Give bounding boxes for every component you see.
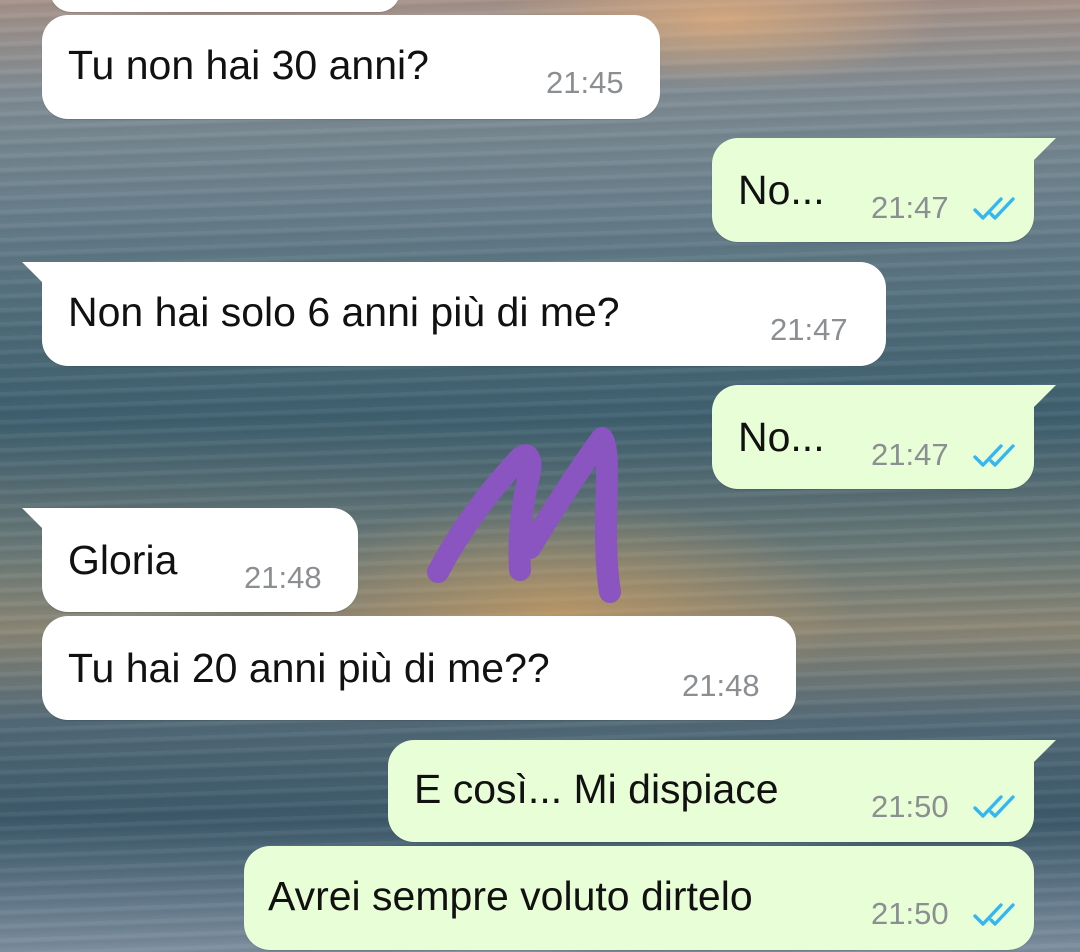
double-check-icon: [973, 444, 1015, 467]
message-timestamp: 21:48: [682, 668, 760, 703]
double-check-icon: [973, 795, 1015, 818]
message-text: Gloria: [68, 537, 178, 583]
message-text: Avrei sempre voluto dirtelo: [268, 873, 753, 919]
message-timestamp: 21:50: [871, 789, 949, 824]
message-bubble-outgoing[interactable]: Avrei sempre voluto dirtelo 21:50: [244, 846, 1034, 950]
message-bubble-incoming[interactable]: Gloria 21:48: [22, 508, 358, 612]
message-text: No...: [738, 167, 825, 213]
message-bubble-outgoing[interactable]: E così... Mi dispiace 21:50: [388, 740, 1056, 842]
message-bubble-incoming[interactable]: Non hai solo 6 anni più di me? 21:47: [22, 262, 886, 366]
message-timestamp: 21:50: [871, 896, 949, 931]
message-bubble-outgoing[interactable]: No... 21:47: [712, 385, 1056, 489]
double-check-icon: [973, 903, 1015, 926]
message-text: Tu non hai 30 anni?: [68, 42, 429, 88]
previous-message-bubble-partial[interactable]: [50, 0, 400, 12]
message-bubble-incoming[interactable]: Tu non hai 30 anni? 21:45: [42, 15, 660, 119]
message-text: Tu hai 20 anni più di me??: [68, 645, 550, 691]
message-bubble-incoming[interactable]: Tu hai 20 anni più di me?? 21:48: [42, 616, 796, 720]
message-bubble-outgoing[interactable]: No... 21:47: [712, 138, 1056, 242]
message-timestamp: 21:47: [871, 437, 949, 472]
message-timestamp: 21:47: [770, 312, 848, 347]
message-text: E così... Mi dispiace: [414, 766, 779, 812]
message-timestamp: 21:48: [244, 560, 322, 595]
purple-scribble-annotation: [427, 427, 621, 603]
message-timestamp: 21:45: [546, 65, 624, 100]
message-timestamp: 21:47: [871, 190, 949, 225]
message-text: No...: [738, 414, 825, 460]
double-check-icon: [973, 197, 1015, 220]
message-text: Non hai solo 6 anni più di me?: [68, 289, 620, 335]
